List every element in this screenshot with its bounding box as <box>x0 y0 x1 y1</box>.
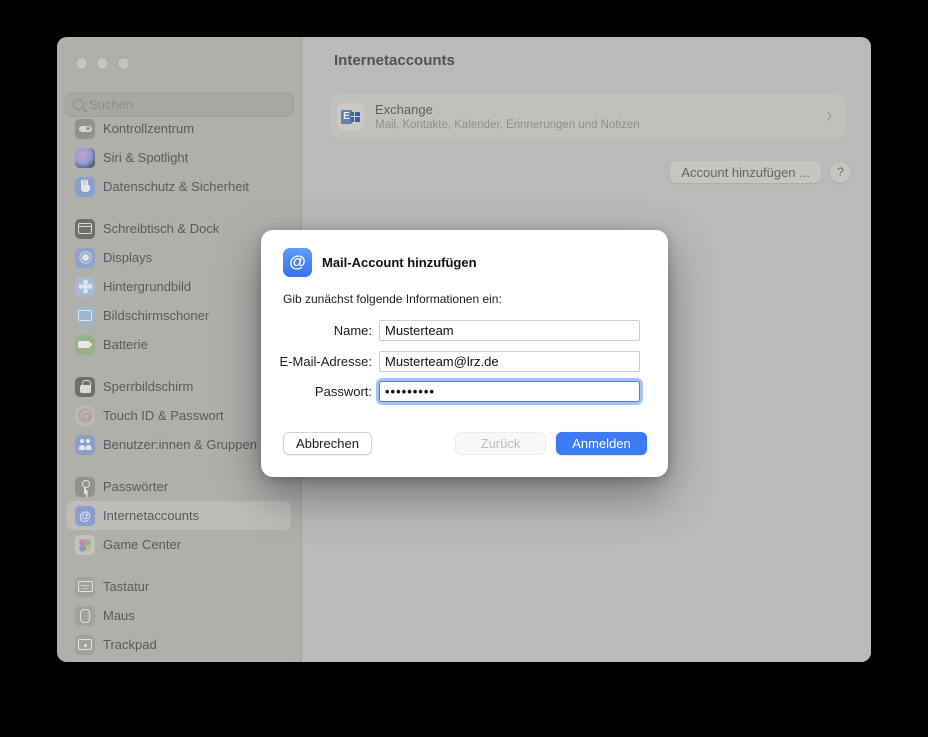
desktop-dock-icon <box>75 219 95 239</box>
add-account-button[interactable]: Account hinzufügen ... <box>670 161 821 183</box>
sidebar-item-tastatur[interactable]: Tastatur <box>67 572 291 601</box>
sidebar-item-maus[interactable]: Maus <box>67 601 291 630</box>
cancel-button[interactable]: Abbrechen <box>283 432 372 455</box>
sidebar-item-game-center[interactable]: Game Center <box>67 530 291 559</box>
password-label: Passwort: <box>261 384 379 399</box>
email-field[interactable] <box>379 351 640 372</box>
sidebar-item-siri-spotlight[interactable]: Siri & Spotlight <box>67 143 291 172</box>
help-button[interactable]: ? <box>830 162 851 183</box>
sidebar-item-passwoerter[interactable]: Passwörter <box>67 472 291 501</box>
keyboard-icon <box>75 577 95 597</box>
sidebar-item-label: Schreibtisch & Dock <box>103 221 219 236</box>
privacy-hand-icon <box>75 177 95 197</box>
sidebar-item-label: Passwörter <box>103 479 168 494</box>
submit-button[interactable]: Anmelden <box>556 432 647 455</box>
sidebar-item-label: Game Center <box>103 537 181 552</box>
fingerprint-icon <box>75 406 95 426</box>
users-icon <box>75 435 95 455</box>
mail-at-icon: @ <box>283 248 312 277</box>
sidebar-item-label: Bildschirmschoner <box>103 308 209 323</box>
search-field[interactable] <box>65 92 294 117</box>
siri-icon <box>75 148 95 168</box>
sidebar-item-label: Trackpad <box>103 637 157 652</box>
password-field[interactable] <box>379 381 640 402</box>
exchange-account-row[interactable]: Exchange Mail, Kontakte, Kalender, Erinn… <box>330 94 846 139</box>
dialog-subtitle: Gib zunächst folgende Informationen ein: <box>283 292 502 306</box>
sidebar-item-touch-id[interactable]: Touch ID & Passwort <box>67 401 291 430</box>
sidebar-item-label: Displays <box>103 250 152 265</box>
sidebar-item-batterie[interactable]: Batterie <box>67 330 291 359</box>
sidebar-item-label: Sperrbildschirm <box>103 379 193 394</box>
key-icon <box>75 477 95 497</box>
close-button[interactable] <box>75 57 88 70</box>
sidebar-item-kontrollzentrum[interactable]: Kontrollzentrum <box>67 119 291 143</box>
sidebar-item-datenschutz[interactable]: Datenschutz & Sicherheit <box>67 172 291 201</box>
sidebar-item-label: Datenschutz & Sicherheit <box>103 179 249 194</box>
battery-icon <box>75 335 95 355</box>
trackpad-icon <box>75 635 95 655</box>
sidebar-item-sperrbildschirm[interactable]: Sperrbildschirm <box>67 372 291 401</box>
sidebar-item-label: Siri & Spotlight <box>103 150 188 165</box>
mouse-icon <box>75 606 95 626</box>
sidebar-item-label: Batterie <box>103 337 148 352</box>
sidebar-item-label: Touch ID & Passwort <box>103 408 224 423</box>
sidebar-item-hintergrundbild[interactable]: Hintergrundbild <box>67 272 291 301</box>
control-center-icon <box>75 119 95 139</box>
at-icon <box>75 506 95 526</box>
sidebar-item-label: Kontrollzentrum <box>103 121 194 136</box>
sidebar-item-trackpad[interactable]: Trackpad <box>67 630 291 659</box>
search-icon <box>73 99 84 110</box>
sidebar-item-benutzer-gruppen[interactable]: Benutzer:innen & Gruppen <box>67 430 291 459</box>
dialog-title: Mail-Account hinzufügen <box>322 255 477 270</box>
sidebar-item-displays[interactable]: Displays <box>67 243 291 272</box>
sidebar-item-internetaccounts[interactable]: Internetaccounts <box>67 501 291 530</box>
sidebar-item-label: Tastatur <box>103 579 149 594</box>
name-label: Name: <box>261 323 379 338</box>
back-button[interactable]: Zurück <box>455 432 546 455</box>
lock-icon <box>75 377 95 397</box>
account-title: Exchange <box>375 102 816 117</box>
exchange-logo-icon <box>337 103 364 130</box>
search-input[interactable] <box>89 97 286 112</box>
wallpaper-flower-icon <box>75 277 95 297</box>
sidebar-item-bildschirmschoner[interactable]: Bildschirmschoner <box>67 301 291 330</box>
screensaver-icon <box>75 306 95 326</box>
mail-account-dialog: @ Mail-Account hinzufügen Gib zunächst f… <box>261 230 668 477</box>
page-title: Internetaccounts <box>334 52 455 69</box>
display-brightness-icon <box>75 248 95 268</box>
email-label: E-Mail-Adresse: <box>261 354 379 369</box>
sidebar-item-label: Maus <box>103 608 135 623</box>
name-field[interactable] <box>379 320 640 341</box>
traffic-lights <box>75 57 130 70</box>
sidebar-item-label: Benutzer:innen & Gruppen <box>103 437 257 452</box>
zoom-button[interactable] <box>117 57 130 70</box>
sidebar-item-label: Internetaccounts <box>103 508 199 523</box>
sidebar-item-schreibtisch-dock[interactable]: Schreibtisch & Dock <box>67 214 291 243</box>
game-center-icon <box>75 535 95 555</box>
minimize-button[interactable] <box>96 57 109 70</box>
chevron-right-icon: › <box>827 105 832 128</box>
account-subtitle: Mail, Kontakte, Kalender, Erinnerungen u… <box>375 119 816 131</box>
sidebar-item-label: Hintergrundbild <box>103 279 191 294</box>
